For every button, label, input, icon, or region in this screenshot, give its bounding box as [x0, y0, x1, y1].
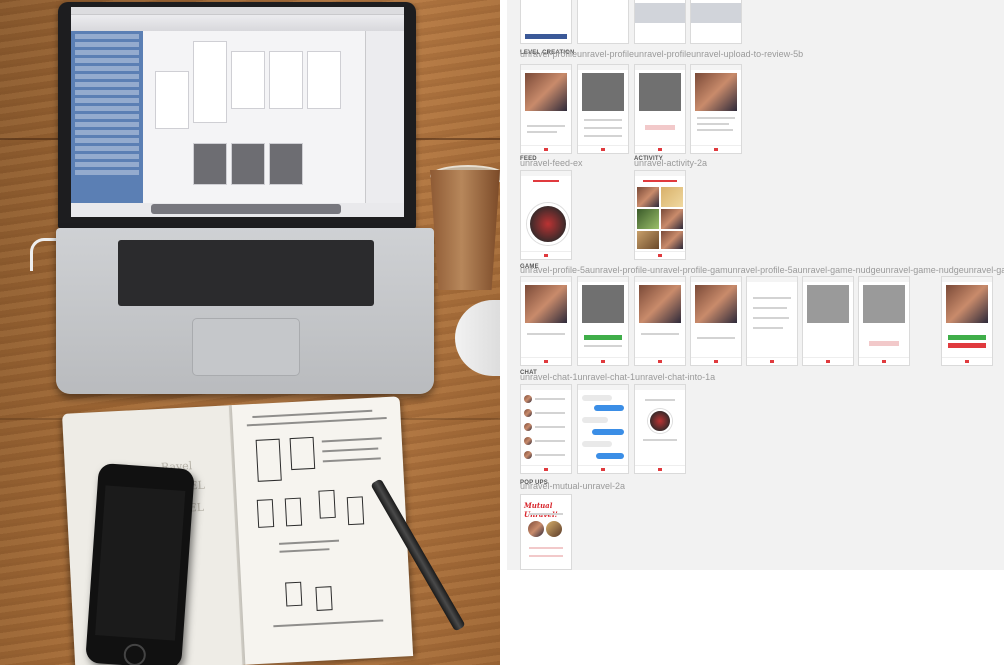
phone-screen: [95, 485, 186, 641]
artboard[interactable]: [634, 0, 686, 44]
toolbar: [71, 15, 404, 32]
artboard-title-feed: unravel-feed-ex: [520, 158, 583, 168]
laptop-screen: [58, 2, 416, 228]
artboard-canvas: LEVEL CREATION unravel-profileunravel-pr…: [507, 0, 1004, 570]
artboard[interactable]: [746, 276, 798, 366]
artboard-title-level-creation: unravel-profileunravel-profileunravel-pr…: [520, 49, 804, 59]
canvas: [143, 31, 366, 203]
artboard[interactable]: [577, 0, 629, 44]
artboard[interactable]: [520, 384, 572, 474]
artboard[interactable]: [634, 64, 686, 154]
artboard[interactable]: [690, 276, 742, 366]
artboard-title-chat: unravel-chat-1unravel-chat-1unravel-chat…: [520, 372, 716, 382]
sketch-app-window: [71, 7, 404, 217]
artboard[interactable]: [577, 276, 629, 366]
artboard[interactable]: [690, 0, 742, 44]
inspector-panel: [365, 31, 404, 203]
artboard[interactable]: [690, 64, 742, 154]
coffee-cup: [430, 170, 500, 290]
artboard[interactable]: [520, 0, 572, 44]
laptop-base: [56, 228, 434, 394]
home-button: [123, 643, 147, 665]
artboard[interactable]: [520, 170, 572, 260]
keyboard: [118, 240, 374, 306]
artboard[interactable]: [577, 384, 629, 474]
artboard-title-activity: unravel-activity-2a: [634, 158, 708, 168]
artboard[interactable]: [858, 276, 910, 366]
mutual-unravel-title: Mutual Unravel!: [524, 501, 558, 519]
artboard-title-game: unravel-profile-5aunravel-profile-unrave…: [520, 265, 1004, 275]
notebook-right-page: [231, 396, 414, 665]
artboard-title-pop-ups: unravel-mutual-unravel-2a: [520, 481, 626, 491]
artboard[interactable]: Mutual Unravel!: [520, 494, 572, 570]
iphone: [85, 462, 195, 665]
artboard[interactable]: [520, 64, 572, 154]
desk-photo: Ravel RAVEL RAVEL: [0, 0, 500, 665]
artboard[interactable]: [802, 276, 854, 366]
trackpad: [192, 318, 300, 376]
artboard[interactable]: [941, 276, 993, 366]
artboard[interactable]: [577, 64, 629, 154]
artboard[interactable]: [634, 170, 686, 260]
menu-bar: [71, 7, 404, 15]
artboard[interactable]: [634, 276, 686, 366]
dock: [151, 204, 341, 214]
artboard[interactable]: [520, 276, 572, 366]
artboard[interactable]: [634, 384, 686, 474]
layers-panel: [71, 31, 143, 203]
